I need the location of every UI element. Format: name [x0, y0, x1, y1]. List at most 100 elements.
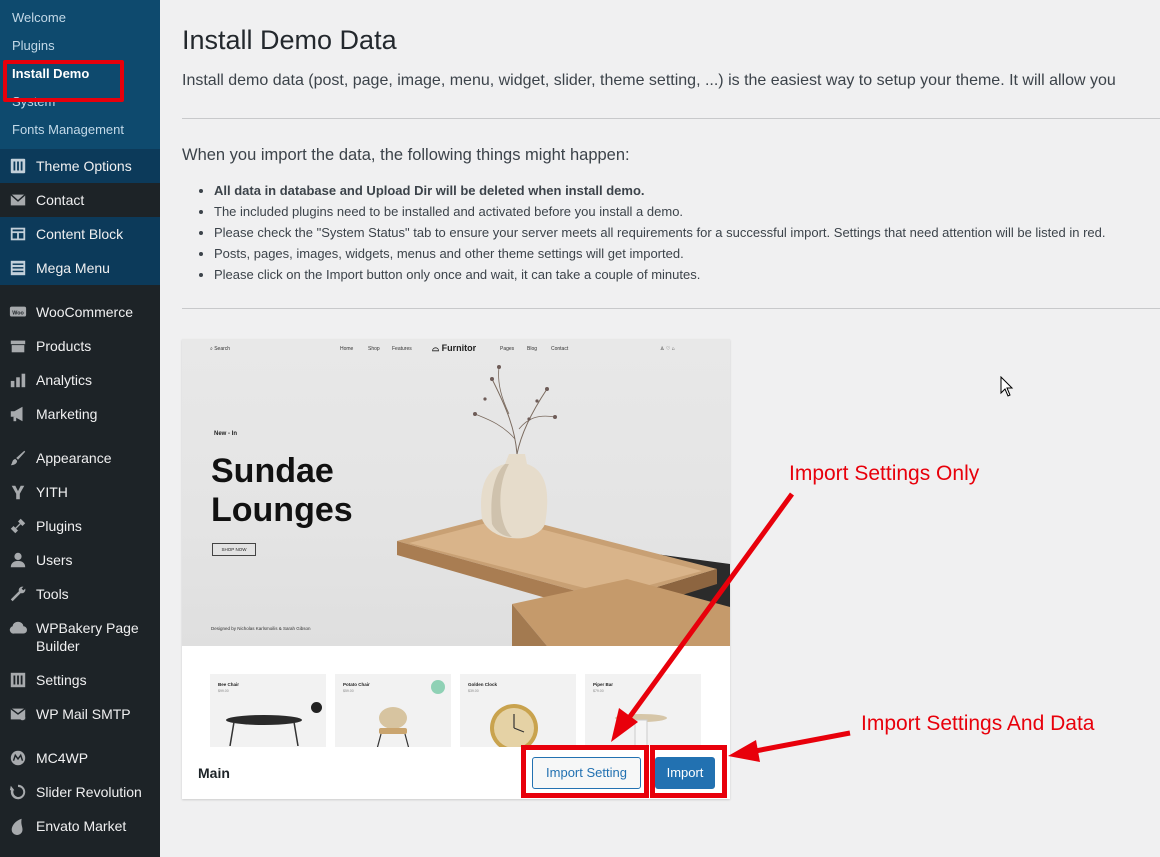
preview-product-badge: [431, 680, 445, 694]
sidebar-item-woocommerce[interactable]: Woo WooCommerce: [0, 295, 160, 329]
submenu-item-install-demo[interactable]: Install Demo: [0, 60, 160, 102]
preview-product-name: Piper Bar: [593, 682, 614, 687]
preview-product-price: $39.00: [468, 689, 479, 693]
preview-product-name: Golden Clock: [468, 682, 498, 687]
slider-revolution-icon: [0, 783, 36, 801]
mail-smtp-icon: [0, 705, 36, 723]
preview-product-card: Piper Bar $79.00: [585, 674, 701, 747]
sidebar-item-users[interactable]: Users: [0, 543, 160, 577]
sidebar-item-envato-market[interactable]: Envato Market: [0, 809, 160, 843]
plugins-icon: [0, 517, 36, 535]
preview-product-price: $79.00: [593, 689, 604, 693]
sidebar-item-mc4wp[interactable]: MC4WP: [0, 741, 160, 775]
wpbakery-icon: [0, 619, 36, 638]
preview-product-card: Potato Chair $59.00: [335, 674, 451, 747]
submenu-item-welcome[interactable]: Welcome: [0, 5, 160, 33]
page-intro: Install demo data (post, page, image, me…: [182, 72, 1116, 89]
sidebar-item-label: Tools: [36, 586, 69, 602]
products-icon: [0, 337, 36, 355]
preview-header-icons: ♙ ♡ ⌂: [660, 346, 675, 352]
sidebar-item-content-block[interactable]: Content Block: [0, 217, 160, 251]
sidebar-item-wpbakery[interactable]: WPBakery Page Builder: [0, 611, 160, 663]
preview-nav-home: Home: [340, 346, 354, 352]
preview-product-badge: [311, 702, 322, 713]
preview-product-price: $59.00: [343, 689, 354, 693]
sidebar-item-yith[interactable]: YITH: [0, 475, 160, 509]
yith-icon: [0, 483, 36, 501]
preview-designed-by: Designed by Nicholas Karlsmoilis & Sarah…: [211, 626, 311, 631]
preview-product-name: Potato Chair: [343, 682, 370, 687]
preview-nav-pages: Pages: [500, 346, 515, 352]
sidebar-item-label: Theme Options: [36, 158, 132, 174]
preview-nav-features: Features: [392, 346, 412, 352]
sidebar-item-label: Contact: [36, 192, 85, 208]
sidebar-item-label: Marketing: [36, 406, 98, 422]
settings-icon: [0, 671, 36, 689]
menu-separator: [0, 431, 160, 441]
annotation-import-settings-only: Import Settings Only: [789, 462, 980, 485]
submenu-item-fonts-management[interactable]: Fonts Management: [0, 117, 160, 145]
svg-text:Woo: Woo: [12, 310, 24, 316]
menu-separator: [0, 731, 160, 741]
woocommerce-icon: Woo: [0, 303, 36, 321]
annotation-import-settings-and-data: Import Settings And Data: [861, 712, 1095, 735]
sidebar-item-appearance[interactable]: Appearance: [0, 441, 160, 475]
notice-item: Posts, pages, images, widgets, menus and…: [214, 243, 1106, 264]
notice-item: Please check the "System Status" tab to …: [214, 222, 1106, 243]
preview-product-card: Golden Clock $39.00: [460, 674, 576, 747]
megaphone-icon: [0, 405, 36, 423]
sidebar-item-label: WP Mail SMTP: [36, 706, 131, 722]
divider: [182, 308, 1160, 309]
theme-submenu: Welcome Plugins Install Demo System Font…: [0, 0, 160, 149]
sidebar-item-label: Content Block: [36, 226, 124, 242]
sidebar-item-theme-options[interactable]: Theme Options: [0, 149, 160, 183]
preview-product-bar-table: [615, 714, 667, 747]
tools-icon: [0, 585, 36, 603]
main-content: Install Demo Data Install demo data (pos…: [160, 0, 1160, 857]
preview-product-card: Bee Chair $99.00: [210, 674, 326, 747]
preview-product-table: [226, 715, 302, 746]
divider: [182, 118, 1160, 119]
sidebar-item-marketing[interactable]: Marketing: [0, 397, 160, 431]
demo-card: ⌕ Search Home Shop Features ⌓ Furnitor P…: [182, 339, 730, 799]
sidebar-item-plugins[interactable]: Plugins: [0, 509, 160, 543]
sidebar-item-label: MC4WP: [36, 750, 89, 766]
sidebar-item-label: YITH: [36, 484, 68, 500]
sidebar-item-contact[interactable]: Contact: [0, 183, 160, 217]
sidebar-item-label: Envato Market: [36, 818, 127, 834]
preview-hero: ⌕ Search Home Shop Features ⌓ Furnitor P…: [182, 339, 730, 646]
notice-item: The included plugins need to be installe…: [214, 201, 1106, 222]
preview-product-clock: [490, 704, 538, 747]
sidebar-item-label: Slider Revolution: [36, 784, 142, 800]
sidebar-item-label: Analytics: [36, 372, 93, 388]
sidebar-item-label: Users: [36, 552, 73, 568]
preview-nav-contact: Contact: [551, 346, 569, 352]
notice-item: All data in database and Upload Dir will…: [214, 180, 1106, 201]
admin-sidebar: Welcome Plugins Install Demo System Font…: [0, 0, 160, 857]
preview-products-row: Bee Chair $99.00 Potato Chair $59.00 Gol…: [182, 646, 730, 747]
menu-separator: [0, 285, 160, 295]
submenu-item-plugins[interactable]: Plugins: [0, 33, 160, 61]
preview-eyebrow: New - In: [214, 431, 238, 437]
mega-menu-icon: [0, 259, 36, 277]
sidebar-item-products[interactable]: Products: [0, 329, 160, 363]
paintbrush-icon: [0, 449, 36, 467]
analytics-icon: [0, 371, 36, 389]
sidebar-item-label: Products: [36, 338, 92, 354]
preview-logo: ⌓ Furnitor: [432, 343, 477, 353]
preview-search: ⌕ Search: [210, 346, 231, 352]
envelope-icon: [0, 191, 36, 209]
notice-item: Please click on the Import button only o…: [214, 264, 1106, 285]
notice-heading: When you import the data, the following …: [182, 146, 630, 164]
sidebar-item-wp-mail-smtp[interactable]: WP Mail SMTP: [0, 697, 160, 731]
sidebar-item-analytics[interactable]: Analytics: [0, 363, 160, 397]
users-icon: [0, 551, 36, 569]
sidebar-item-settings[interactable]: Settings: [0, 663, 160, 697]
highlight-box-import-setting: [521, 745, 649, 798]
sidebar-item-mega-menu[interactable]: Mega Menu: [0, 251, 160, 285]
preview-product-name: Bee Chair: [218, 682, 240, 687]
demo-preview-image[interactable]: ⌕ Search Home Shop Features ⌓ Furnitor P…: [182, 339, 730, 747]
notice-list: All data in database and Upload Dir will…: [214, 180, 1106, 285]
sidebar-item-slider-revolution[interactable]: Slider Revolution: [0, 775, 160, 809]
sidebar-item-tools[interactable]: Tools: [0, 577, 160, 611]
